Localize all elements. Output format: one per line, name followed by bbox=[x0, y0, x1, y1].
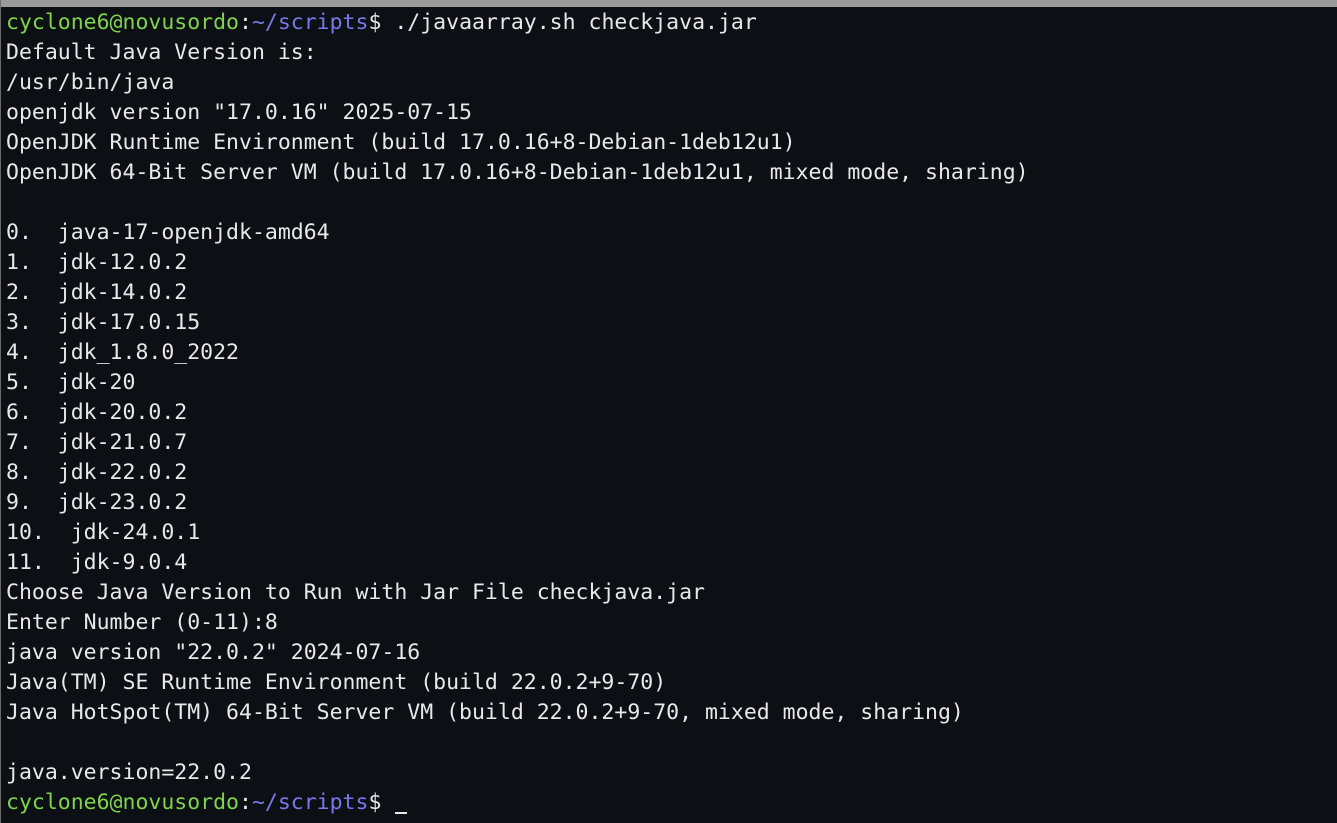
jdk-option: 0. java-17-openjdk-amd64 bbox=[6, 220, 330, 245]
prompt-separator: : bbox=[239, 10, 252, 35]
prompt-symbol: $ bbox=[368, 10, 382, 35]
prompt-separator: : bbox=[239, 790, 252, 815]
jdk-option: 4. jdk_1.8.0_2022 bbox=[6, 340, 239, 365]
jdk-option: 8. jdk-22.0.2 bbox=[6, 460, 188, 485]
command-text: ./javaarray.sh checkjava.jar bbox=[381, 10, 757, 35]
jdk-option: 2. jdk-14.0.2 bbox=[6, 280, 188, 305]
jdk-option: 10. jdk-24.0.1 bbox=[6, 520, 201, 545]
prompt-user-host: cyclone6@novusordo bbox=[6, 790, 239, 815]
jdk-option: 3. jdk-17.0.15 bbox=[6, 310, 201, 335]
output-line: Enter Number (0-11):8 bbox=[6, 610, 278, 635]
text-cursor bbox=[395, 812, 408, 814]
output-line: Java(TM) SE Runtime Environment (build 2… bbox=[6, 670, 667, 695]
terminal-window[interactable]: cyclone6@novusordo:~/scripts$ ./javaarra… bbox=[0, 0, 1337, 823]
output-line: /usr/bin/java bbox=[6, 70, 175, 95]
output-line: java.version=22.0.2 bbox=[6, 760, 252, 785]
jdk-option: 1. jdk-12.0.2 bbox=[6, 250, 188, 275]
output-line: Choose Java Version to Run with Jar File… bbox=[6, 580, 705, 605]
jdk-option: 5. jdk-20 bbox=[6, 370, 136, 395]
command-line: cyclone6@novusordo:~/scripts$ ./javaarra… bbox=[6, 8, 1337, 38]
window-top-edge bbox=[1, 0, 1337, 7]
output-line: java version "22.0.2" 2024-07-16 bbox=[6, 640, 421, 665]
jdk-option: 6. jdk-20.0.2 bbox=[6, 400, 188, 425]
prompt-path: ~/scripts bbox=[251, 790, 369, 815]
jdk-option: 11. jdk-9.0.4 bbox=[6, 550, 188, 575]
output-line: OpenJDK 64-Bit Server VM (build 17.0.16+… bbox=[6, 160, 1029, 185]
prompt-path: ~/scripts bbox=[251, 10, 369, 35]
jdk-option: 9. jdk-23.0.2 bbox=[6, 490, 188, 515]
output-line: OpenJDK Runtime Environment (build 17.0.… bbox=[6, 130, 796, 155]
output-line: Default Java Version is: bbox=[6, 40, 317, 65]
output-line: Java HotSpot(TM) 64-Bit Server VM (build… bbox=[6, 700, 964, 725]
jdk-option: 7. jdk-21.0.7 bbox=[6, 430, 188, 455]
prompt-symbol: $ bbox=[368, 790, 382, 815]
terminal-output: cyclone6@novusordo:~/scripts$ ./javaarra… bbox=[6, 8, 1337, 818]
output-line: openjdk version "17.0.16" 2025-07-15 bbox=[6, 100, 472, 125]
prompt-user-host: cyclone6@novusordo bbox=[6, 10, 239, 35]
active-prompt-line[interactable]: cyclone6@novusordo:~/scripts$ bbox=[6, 788, 1337, 818]
